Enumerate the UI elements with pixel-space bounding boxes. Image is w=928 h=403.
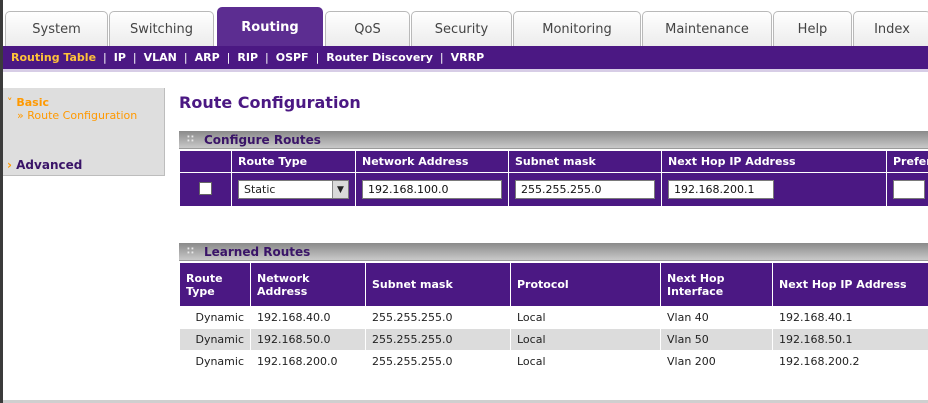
subnav-router-discovery[interactable]: Router Discovery: [326, 51, 433, 64]
subnav-separator: |: [183, 51, 188, 64]
tab-maintenance[interactable]: Maintenance: [642, 11, 772, 46]
cell-protocol: Local: [510, 306, 661, 329]
subnav-ospf[interactable]: OSPF: [276, 51, 309, 64]
column-header-route-type: Route Type: [231, 150, 356, 173]
cell-next-hop-ip: 192.168.40.1: [772, 306, 928, 329]
tab-monitoring[interactable]: Monitoring: [513, 11, 641, 46]
section-title: Learned Routes: [203, 244, 311, 259]
table-row: Dynamic 192.168.40.0 255.255.255.0 Local…: [179, 306, 928, 329]
subnav-routing-table[interactable]: Routing Table: [11, 51, 96, 64]
subnav-arp[interactable]: ARP: [195, 51, 220, 64]
configure-routes-table: Route Type Network Address Subnet mask N…: [179, 150, 928, 207]
column-header-select: [179, 150, 232, 173]
cell-protocol: Local: [510, 328, 661, 351]
subnav-ip[interactable]: IP: [114, 51, 126, 64]
table-header-row: Route Type Network Address Subnet mask N…: [179, 150, 928, 173]
tab-security[interactable]: Security: [411, 11, 512, 46]
sidebar-item-advanced[interactable]: › Advanced: [7, 158, 82, 172]
subnav-separator: |: [265, 51, 269, 64]
cell-subnet-mask: 255.255.255.0: [365, 328, 511, 351]
cell-next-hop-ip: 192.168.200.2: [772, 350, 928, 373]
column-header-next-hop-interface: Next Hop Interface: [660, 262, 773, 307]
cell-next-hop-interface: Vlan 200: [660, 350, 773, 373]
tab-routing[interactable]: Routing: [217, 7, 323, 46]
drag-handle-icon: ∷: [187, 246, 194, 257]
table-header-row: Route Type Network Address Subnet mask P…: [179, 262, 928, 307]
column-header-route-type: Route Type: [179, 262, 251, 307]
subnav-vrrp[interactable]: VRRP: [451, 51, 485, 64]
sub-navigation: Routing Table | IP | VLAN | ARP | RIP | …: [3, 46, 928, 72]
network-address-field[interactable]: [362, 180, 502, 199]
preference-field[interactable]: [893, 180, 925, 199]
column-header-protocol: Protocol: [510, 262, 661, 307]
page-title: Route Configuration: [179, 93, 361, 112]
row-select-checkbox[interactable]: [199, 181, 212, 195]
cell-network-address: 192.168.200.0: [250, 350, 366, 373]
column-header-next-hop-ip: Next Hop IP Address: [661, 150, 887, 173]
subnav-separator: |: [439, 51, 444, 64]
tab-qos[interactable]: QoS: [325, 11, 410, 46]
tab-system[interactable]: System: [5, 11, 108, 46]
cell-route-type: Dynamic: [179, 350, 251, 373]
tab-switching[interactable]: Switching: [109, 11, 214, 46]
cell-next-hop-interface: Vlan 40: [660, 306, 773, 329]
cell-next-hop-interface: Vlan 50: [660, 328, 773, 351]
subnav-vlan[interactable]: VLAN: [144, 51, 177, 64]
table-row: Dynamic 192.168.200.0 255.255.255.0 Loca…: [179, 350, 928, 373]
select-cell: [179, 172, 232, 207]
table-row: Dynamic 192.168.50.0 255.255.255.0 Local…: [179, 328, 928, 351]
subnav-separator: |: [315, 51, 320, 64]
cell-network-address: 192.168.40.0: [250, 306, 366, 329]
column-header-subnet-mask: Subnet mask: [508, 150, 662, 173]
route-type-cell: Static ▼: [231, 172, 356, 207]
next-hop-ip-field[interactable]: [668, 180, 774, 199]
dropdown-arrow-icon[interactable]: ▼: [332, 181, 348, 198]
chevron-right-icon: ›: [7, 158, 12, 172]
configure-routes-header: ∷ Configure Routes: [179, 131, 928, 149]
cell-next-hop-ip: 192.168.50.1: [772, 328, 928, 351]
main-tabs: System Switching Routing QoS Security Mo…: [3, 0, 928, 46]
cell-network-address: 192.168.50.0: [250, 328, 366, 351]
subnet-mask-field[interactable]: [515, 180, 655, 199]
column-header-subnet-mask: Subnet mask: [365, 262, 511, 307]
cell-route-type: Dynamic: [179, 306, 251, 329]
sidebar-item-route-configuration[interactable]: » Route Configuration: [17, 108, 157, 123]
preference-cell: [886, 172, 928, 207]
column-header-network-address: Network Address: [250, 262, 366, 307]
route-type-select[interactable]: Static ▼: [238, 180, 349, 199]
subnav-separator: |: [103, 51, 107, 64]
column-header-network-address: Network Address: [355, 150, 509, 173]
configure-row: Static ▼: [179, 172, 928, 207]
next-hop-ip-cell: [661, 172, 887, 207]
subnav-rip[interactable]: RIP: [237, 51, 258, 64]
tab-index[interactable]: Index: [853, 11, 928, 46]
sidebar: ˅ Basic » Route Configuration › Advanced: [3, 88, 165, 176]
subnav-separator: |: [226, 51, 231, 64]
column-header-preference: Prefer: [886, 150, 928, 173]
tab-help[interactable]: Help: [773, 11, 852, 46]
cell-protocol: Local: [510, 350, 661, 373]
drag-handle-icon: ∷: [187, 134, 194, 145]
column-header-next-hop-ip: Next Hop IP Address: [772, 262, 928, 307]
cell-route-type: Dynamic: [179, 328, 251, 351]
learned-routes-table: Route Type Network Address Subnet mask P…: [179, 262, 928, 373]
subnav-separator: |: [132, 51, 137, 64]
chevron-down-icon: ˅: [7, 96, 13, 109]
network-address-cell: [355, 172, 509, 207]
cell-subnet-mask: 255.255.255.0: [365, 306, 511, 329]
route-type-value: Static: [244, 183, 276, 196]
cell-subnet-mask: 255.255.255.0: [365, 350, 511, 373]
app-window: System Switching Routing QoS Security Mo…: [0, 0, 928, 403]
sidebar-item-label: Advanced: [16, 158, 83, 172]
subnet-mask-cell: [508, 172, 662, 207]
section-title: Configure Routes: [203, 132, 321, 147]
learned-routes-header: ∷ Learned Routes: [179, 243, 928, 261]
